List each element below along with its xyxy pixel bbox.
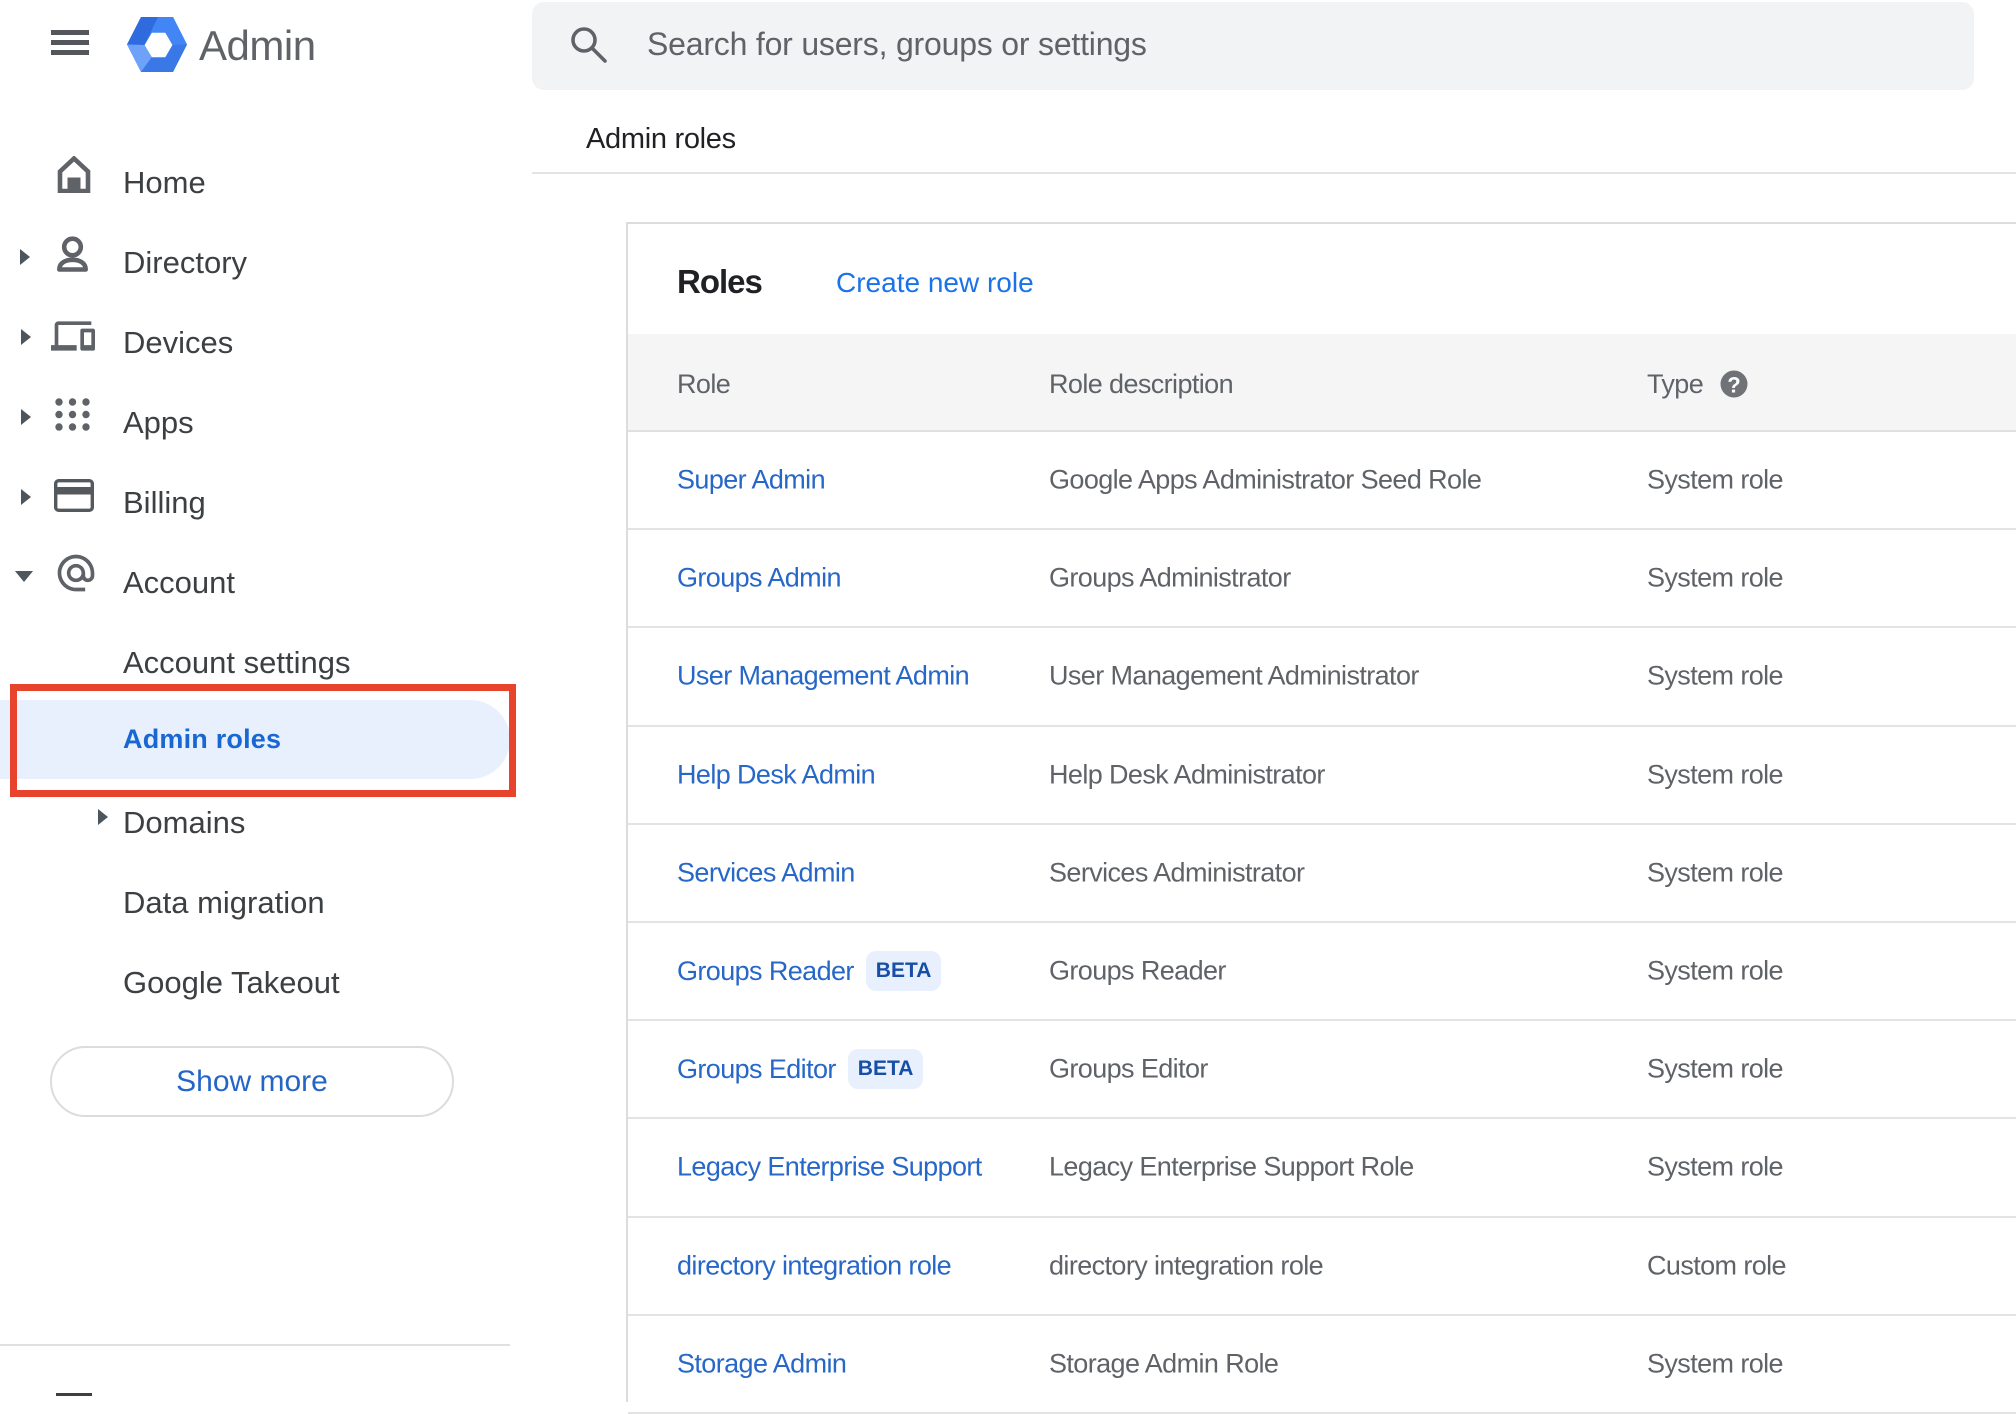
svg-text:?: ?: [1727, 373, 1740, 398]
